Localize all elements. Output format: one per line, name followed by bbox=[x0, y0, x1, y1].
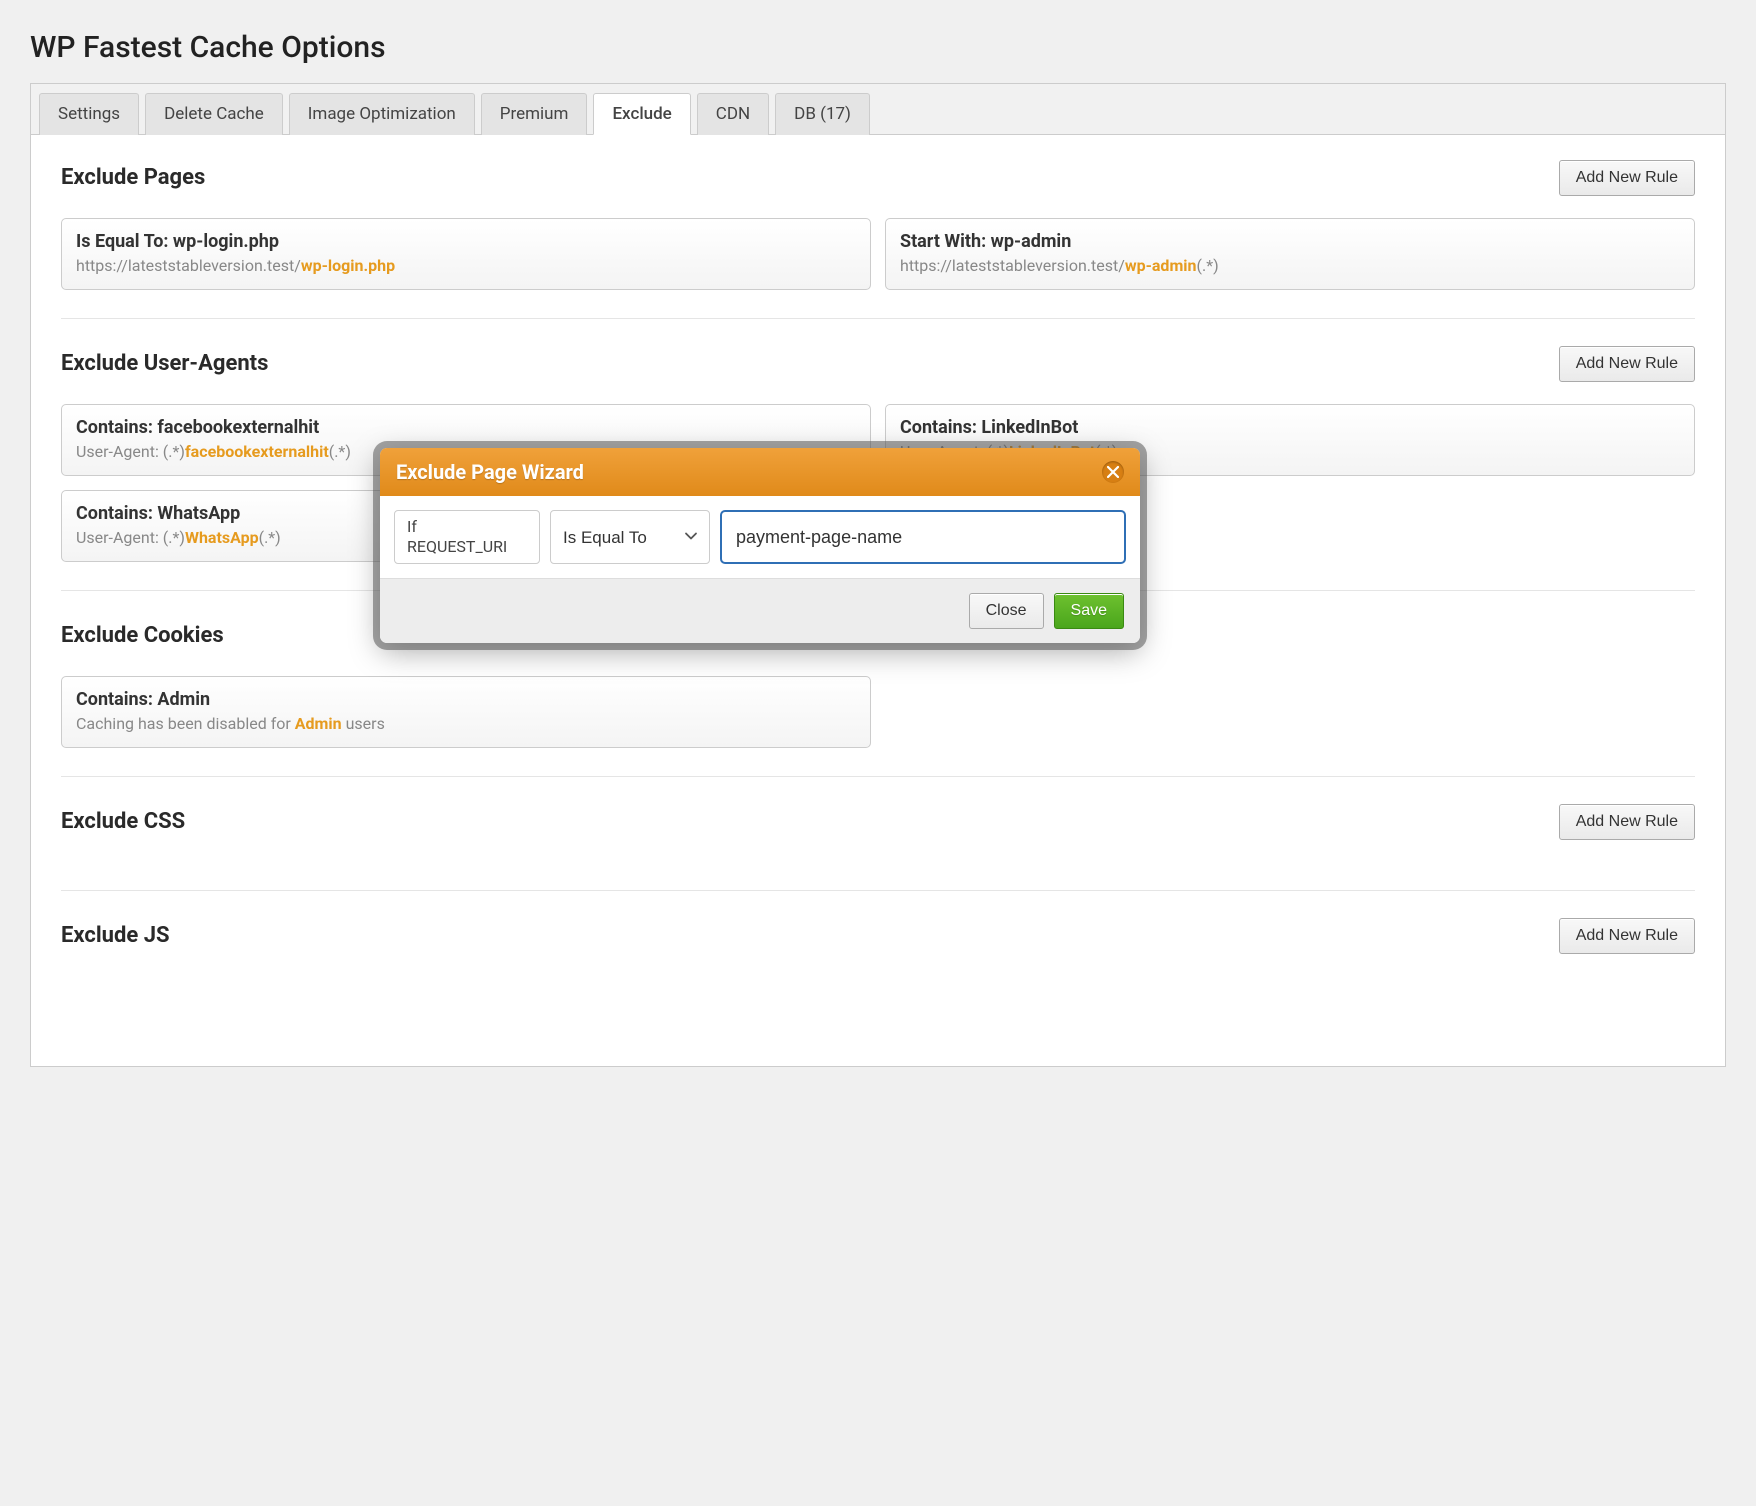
dialog-header: Exclude Page Wizard bbox=[380, 448, 1140, 496]
tab-cdn[interactable]: CDN bbox=[697, 93, 769, 135]
exclude-page-wizard-dialog: Exclude Page Wizard If REQUEST_URI Is Eq… bbox=[380, 448, 1140, 643]
rule-subtitle: https://lateststableversion.test/wp-logi… bbox=[76, 256, 856, 275]
condition-value-input[interactable] bbox=[720, 510, 1126, 564]
page-title: WP Fastest Cache Options bbox=[30, 30, 1726, 65]
rule-title: Is Equal To: wp-login.php bbox=[76, 231, 856, 252]
section-title-cookies: Exclude Cookies bbox=[61, 623, 224, 648]
tab-premium[interactable]: Premium bbox=[481, 93, 588, 135]
tab-db[interactable]: DB (17) bbox=[775, 93, 870, 135]
close-button[interactable]: Close bbox=[969, 593, 1044, 629]
rule-title: Contains: Admin bbox=[76, 689, 856, 710]
condition-subject: If REQUEST_URI bbox=[394, 510, 540, 564]
rule-subtitle: https://lateststableversion.test/wp-admi… bbox=[900, 256, 1680, 275]
section-exclude-js: Exclude JS Add New Rule bbox=[61, 913, 1695, 1004]
rule-card[interactable]: Is Equal To: wp-login.php https://latest… bbox=[61, 218, 871, 290]
rule-card[interactable]: Start With: wp-admin https://lateststabl… bbox=[885, 218, 1695, 290]
add-rule-button-user-agents[interactable]: Add New Rule bbox=[1559, 346, 1695, 382]
dialog-title: Exclude Page Wizard bbox=[396, 460, 584, 484]
condition-type-select[interactable]: Is Equal To bbox=[550, 510, 710, 564]
section-title-css: Exclude CSS bbox=[61, 809, 185, 834]
tabs-bar: Settings Delete Cache Image Optimization… bbox=[31, 84, 1725, 135]
tab-exclude[interactable]: Exclude bbox=[593, 93, 690, 135]
dialog-body: If REQUEST_URI Is Equal To bbox=[380, 496, 1140, 579]
save-button[interactable]: Save bbox=[1054, 593, 1124, 629]
section-title-user-agents: Exclude User-Agents bbox=[61, 351, 268, 376]
tab-settings[interactable]: Settings bbox=[39, 93, 139, 135]
rule-card[interactable]: Contains: Admin Caching has been disable… bbox=[61, 676, 871, 748]
tab-delete-cache[interactable]: Delete Cache bbox=[145, 93, 283, 135]
dialog-footer: Close Save bbox=[380, 579, 1140, 643]
rule-title: Start With: wp-admin bbox=[900, 231, 1680, 252]
close-icon[interactable] bbox=[1102, 461, 1124, 483]
add-rule-button-pages[interactable]: Add New Rule bbox=[1559, 160, 1695, 196]
rule-title: Contains: LinkedInBot bbox=[900, 417, 1680, 438]
section-title-js: Exclude JS bbox=[61, 923, 170, 948]
add-rule-button-js[interactable]: Add New Rule bbox=[1559, 918, 1695, 954]
section-exclude-css: Exclude CSS Add New Rule bbox=[61, 799, 1695, 891]
section-title-pages: Exclude Pages bbox=[61, 165, 205, 190]
add-rule-button-css[interactable]: Add New Rule bbox=[1559, 804, 1695, 840]
tab-image-optimization[interactable]: Image Optimization bbox=[289, 93, 475, 135]
rule-subtitle: Caching has been disabled for Admin user… bbox=[76, 714, 856, 733]
section-exclude-pages: Exclude Pages Add New Rule Is Equal To: … bbox=[61, 155, 1695, 319]
rule-title: Contains: facebookexternalhit bbox=[76, 417, 856, 438]
